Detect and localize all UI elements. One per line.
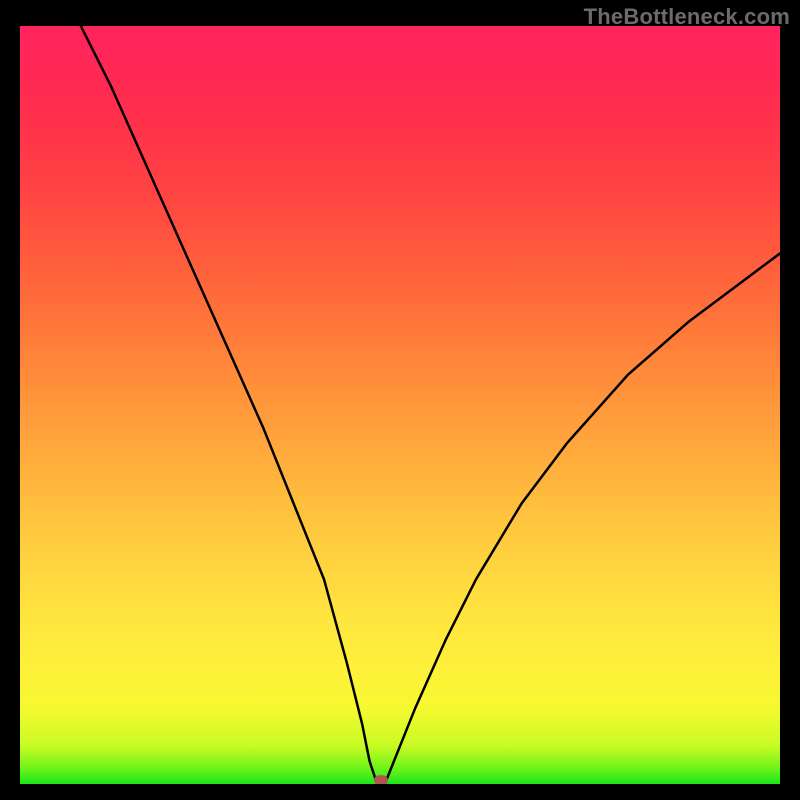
plot-area <box>20 26 780 784</box>
minimum-marker <box>374 775 388 784</box>
bottleneck-curve <box>20 26 780 784</box>
chart-frame: TheBottleneck.com <box>0 0 800 800</box>
curve-path <box>81 26 780 784</box>
